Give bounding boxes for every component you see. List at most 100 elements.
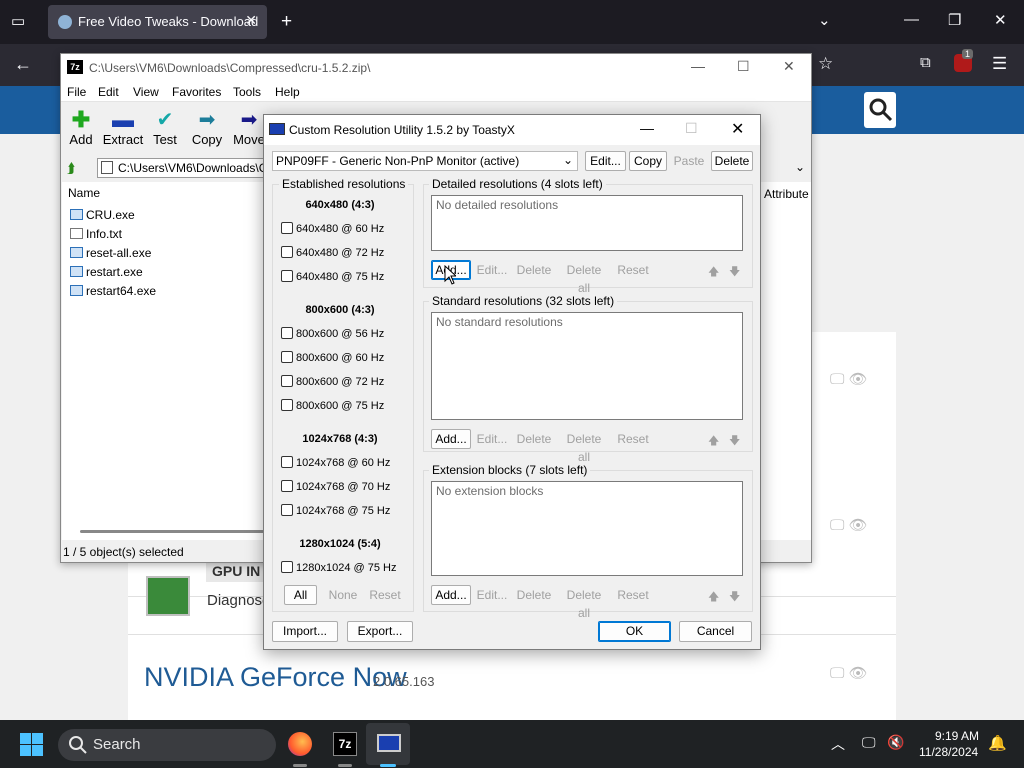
file-item[interactable]: Info.txt <box>70 227 122 241</box>
column-attribute[interactable]: Attribute <box>764 187 809 201</box>
firefox-icon[interactable] <box>288 732 312 756</box>
est-checkbox[interactable]: 800x600 @ 75 Hz <box>281 399 384 412</box>
extensions-icon[interactable]: ⧉ <box>920 54 931 71</box>
extension-delete-all-button: Delete all <box>558 585 610 620</box>
menu-favorites[interactable]: Favorites <box>172 85 221 99</box>
checkbox-box[interactable] <box>281 327 293 339</box>
cru-minimize-icon[interactable]: — <box>640 120 654 136</box>
exe-icon <box>70 266 83 277</box>
7zip-maximize-icon[interactable]: ☐ <box>737 58 750 75</box>
est-checkbox[interactable]: 1280x1024 @ 75 Hz <box>281 561 396 574</box>
volume-muted-icon[interactable]: 🔇 <box>887 734 904 751</box>
est-label: 800x600 @ 60 Hz <box>296 352 385 364</box>
menu-file[interactable]: File <box>67 85 86 99</box>
extension-list[interactable]: No extension blocks <box>431 481 743 576</box>
est-checkbox[interactable]: 640x480 @ 60 Hz <box>281 222 384 235</box>
app-menu-icon[interactable]: ☰ <box>992 54 1007 74</box>
est-all-button[interactable]: All <box>284 585 317 605</box>
7zip-taskbar-icon[interactable]: 7z <box>333 732 357 756</box>
est-label: 1024x768 @ 60 Hz <box>296 457 391 469</box>
monitor-edit-button[interactable]: Edit... <box>585 151 626 171</box>
close-window-icon[interactable]: ✕ <box>994 11 1007 29</box>
nvidia-title[interactable]: NVIDIA GeForce Now <box>144 662 407 693</box>
extension-add-button[interactable]: Add... <box>431 585 471 605</box>
monitor-delete-button[interactable]: Delete <box>711 151 753 171</box>
cru-close-icon[interactable]: ✕ <box>731 119 744 139</box>
checkbox-box[interactable] <box>281 270 293 282</box>
file-item[interactable]: CRU.exe <box>70 208 135 222</box>
file-item[interactable]: restart.exe <box>70 265 143 279</box>
file-item[interactable]: restart64.exe <box>70 284 156 298</box>
menu-view[interactable]: View <box>133 85 159 99</box>
start-windows-icon[interactable] <box>20 733 44 757</box>
chevron-up-icon[interactable]: ︿ <box>831 734 845 754</box>
clock-date[interactable]: 11/28/2024 <box>919 745 978 759</box>
menu-edit[interactable]: Edit <box>98 85 119 99</box>
tab-overflow-chevron-icon[interactable]: ⌄ <box>818 11 831 29</box>
est-checkbox[interactable]: 640x480 @ 75 Hz <box>281 270 384 283</box>
tool-test[interactable]: ✔ Test <box>143 110 187 147</box>
7zip-minimize-icon[interactable]: — <box>691 58 705 74</box>
est-checkbox[interactable]: 1024x768 @ 60 Hz <box>281 456 390 469</box>
import-button[interactable]: Import... <box>272 621 338 642</box>
notification-bell-icon[interactable]: 🔔 <box>988 734 1007 752</box>
horizontal-scrollbar[interactable] <box>80 530 264 533</box>
checkbox-box[interactable] <box>281 480 293 492</box>
folder-up-icon[interactable]: ⮭ <box>67 160 75 177</box>
checkbox-box[interactable] <box>281 456 293 468</box>
cancel-button[interactable]: Cancel <box>679 621 752 642</box>
7zip-indicator <box>338 764 352 767</box>
minimize-icon[interactable]: — <box>904 11 919 28</box>
7zip-close-icon[interactable]: ✕ <box>783 58 795 75</box>
est-checkbox[interactable]: 800x600 @ 56 Hz <box>281 327 384 340</box>
7zip-file-list: Name CRU.exe Info.txt reset-all.exe rest… <box>62 182 264 540</box>
new-tab-button[interactable]: + <box>281 11 292 33</box>
cru-maximize-icon: ☐ <box>685 120 698 136</box>
est-checkbox[interactable]: 800x600 @ 72 Hz <box>281 375 384 388</box>
est-checkbox[interactable]: 1024x768 @ 75 Hz <box>281 504 390 517</box>
clock-time[interactable]: 9:19 AM <box>935 729 979 743</box>
monitor-select[interactable]: PNP09FF - Generic Non-PnP Monitor (activ… <box>272 151 578 171</box>
standard-add-button[interactable]: Add... <box>431 429 471 449</box>
checkbox-box[interactable] <box>281 504 293 516</box>
detailed-edit-button: Edit... <box>474 260 510 280</box>
detailed-delete-button: Delete <box>514 260 554 280</box>
file-item[interactable]: reset-all.exe <box>70 246 151 260</box>
bookmark-star-icon[interactable]: ☆ <box>818 54 833 74</box>
column-name[interactable]: Name <box>68 186 100 200</box>
tab-list-icon[interactable]: ▭ <box>11 12 25 30</box>
check-icon: ✔ <box>156 109 174 131</box>
est-checkbox[interactable]: 800x600 @ 60 Hz <box>281 351 384 364</box>
checkbox-box[interactable] <box>281 561 293 573</box>
ok-button[interactable]: OK <box>598 621 671 642</box>
restore-icon[interactable]: ❐ <box>948 11 961 29</box>
checkbox-box[interactable] <box>281 222 293 234</box>
tool-extract[interactable]: ▬ Extract <box>101 109 145 148</box>
move-up-icon: 🡅 <box>708 266 720 278</box>
menu-tools[interactable]: Tools <box>233 85 261 99</box>
menu-help[interactable]: Help <box>275 85 300 99</box>
site-search-button[interactable] <box>864 92 896 128</box>
standard-list[interactable]: No standard resolutions <box>431 312 743 420</box>
network-icon[interactable]: 🖵 <box>862 734 876 751</box>
tool-add[interactable]: ✚ Add <box>59 109 103 148</box>
detailed-label: Detailed resolutions (4 slots left) <box>429 177 606 191</box>
gpu-card-title[interactable]: GPU IN <box>206 560 267 582</box>
checkbox-box[interactable] <box>281 399 293 411</box>
est-head-1280: 1280x1024 (5:4) <box>299 538 381 550</box>
est-checkbox[interactable]: 640x480 @ 72 Hz <box>281 246 384 259</box>
tool-copy[interactable]: ➡ Copy <box>185 110 229 147</box>
monitor-copy-button[interactable]: Copy <box>629 151 667 171</box>
tab-close-icon[interactable]: ✕ <box>245 12 257 29</box>
detailed-list[interactable]: No detailed resolutions <box>431 195 743 251</box>
browser-tab[interactable]: Free Video Tweaks - Download ✕ <box>48 5 267 39</box>
checkbox-box[interactable] <box>281 246 293 258</box>
est-checkbox[interactable]: 1024x768 @ 70 Hz <box>281 480 390 493</box>
cru-taskbar-icon[interactable] <box>377 734 401 752</box>
checkbox-box[interactable] <box>281 351 293 363</box>
checkbox-box[interactable] <box>281 375 293 387</box>
back-arrow-icon[interactable]: ← <box>14 54 32 75</box>
export-button[interactable]: Export... <box>347 621 413 642</box>
taskbar-search-box[interactable]: Search <box>58 729 276 761</box>
path-dropdown-chevron-icon[interactable]: ⌄ <box>795 160 805 174</box>
